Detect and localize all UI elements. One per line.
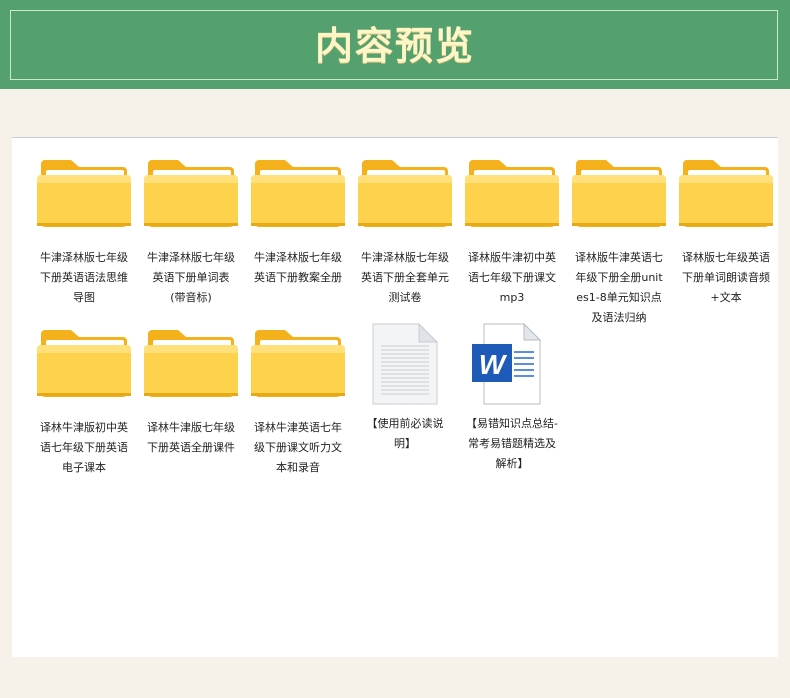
item-label: 译林牛津版七年级下册英语全册课件 (147, 421, 235, 454)
item-label: 译林牛津英语七年级下册课文听力文本和录音 (254, 421, 342, 474)
header-band: 内容预览 (0, 0, 790, 89)
folder-icon (139, 326, 243, 404)
item-label: 译林版牛津初中英语七年级下册课文mp3 (468, 251, 556, 304)
folder-icon (353, 156, 457, 234)
folder-item[interactable]: 牛津泽林版七年级英语下册单词表(带音标) (139, 156, 243, 308)
item-label: 牛津泽林版七年级英语下册单词表(带音标) (147, 251, 235, 304)
folder-icon (246, 326, 350, 404)
folder-icon (246, 156, 350, 234)
folder-item[interactable]: 译林牛津英语七年级下册课文听力文本和录音 (246, 326, 350, 478)
item-label: 译林牛津版初中英语七年级下册英语电子课本 (40, 421, 128, 474)
text-file-icon (353, 322, 457, 405)
folder-icon (32, 156, 136, 234)
header-frame: 内容预览 (10, 10, 778, 80)
folder-icon (460, 156, 564, 234)
folder-item[interactable]: 译林牛津版七年级下册英语全册课件 (139, 326, 243, 458)
svg-text:W: W (479, 349, 508, 380)
item-label: 译林版七年级英语下册单词朗读音频+文本 (682, 251, 770, 304)
item-label: 牛津泽林版七年级英语下册全套单元测试卷 (361, 251, 449, 304)
folder-item[interactable]: 译林牛津版初中英语七年级下册英语电子课本 (32, 326, 136, 478)
folder-icon (32, 326, 136, 404)
folder-item[interactable]: 牛津泽林版七年级英语下册教案全册 (246, 156, 350, 288)
folder-item[interactable]: 牛津泽林版七年级下册英语语法思维导图 (32, 156, 136, 308)
folder-item[interactable]: 牛津泽林版七年级英语下册全套单元测试卷 (353, 156, 457, 308)
item-label: 【使用前必读说明】 (366, 417, 444, 450)
page-title: 内容预览 (314, 23, 475, 68)
item-label: 【易错知识点总结-常考易错题精选及解析】 (466, 417, 558, 470)
word-document-icon: W (460, 322, 564, 405)
item-label: 牛津泽林版七年级英语下册教案全册 (254, 251, 342, 284)
folder-icon (567, 156, 671, 234)
item-label: 译林版牛津英语七年级下册全册unites1-8单元知识点及语法归纳 (575, 251, 663, 324)
folder-item[interactable]: 译林版七年级英语下册单词朗读音频+文本 (674, 156, 778, 308)
file-preview-panel: 牛津泽林版七年级下册英语语法思维导图 牛津泽林版七年级英语下册单词表(带音标) 牛津… (12, 137, 778, 657)
folder-icon (139, 156, 243, 234)
file-item[interactable]: W 【易错知识点总结-常考易错题精选及解析】 (460, 322, 564, 474)
item-label: 牛津泽林版七年级下册英语语法思维导图 (40, 251, 128, 304)
folder-item[interactable]: 译林版牛津初中英语七年级下册课文mp3 (460, 156, 564, 308)
file-item[interactable]: 【使用前必读说明】 (353, 322, 457, 454)
folder-item[interactable]: 译林版牛津英语七年级下册全册unites1-8单元知识点及语法归纳 (567, 156, 671, 328)
folder-icon (674, 156, 778, 234)
